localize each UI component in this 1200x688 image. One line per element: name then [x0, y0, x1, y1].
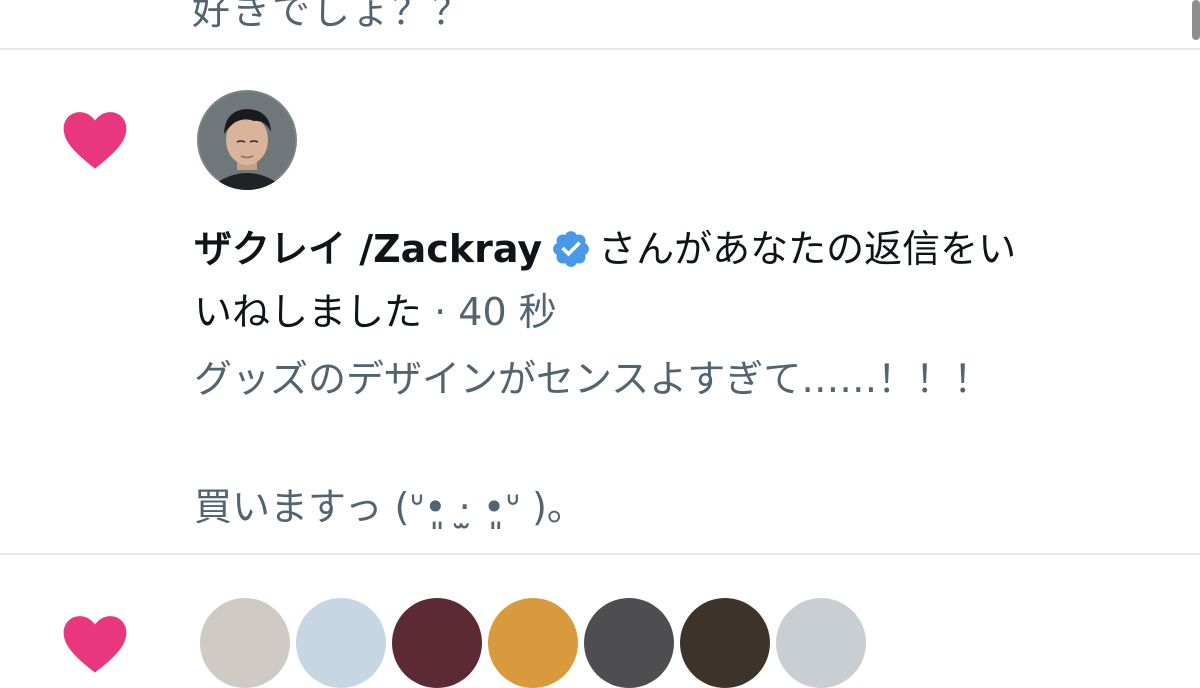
notification-line-1: ザクレイ /Zackray さんがあなたの返信をい [194, 222, 1154, 276]
liker-avatar-6[interactable] [680, 598, 770, 688]
reply-text-line-1: グッズのデザインがセンスよすぎて……！！！ [194, 357, 992, 401]
liker-avatar-5[interactable] [584, 598, 674, 688]
scrollbar[interactable] [1192, 0, 1200, 40]
actor-avatar-image [197, 90, 297, 190]
timestamp: 40 秒 [458, 290, 557, 334]
reply-text-line-2: 買いますっ (ᐡ•͈ ·̫ •͈ᐡ )。 [194, 485, 585, 529]
time-separator: · [422, 290, 459, 334]
divider-bottom [0, 553, 1200, 555]
liker-avatar-3[interactable] [392, 598, 482, 688]
action-text-line-1: さんがあなたの返信をい [598, 227, 1017, 271]
heart-icon [63, 112, 127, 169]
action-text-line-2: いねしました [194, 290, 423, 334]
liker-avatar-2[interactable] [296, 598, 386, 688]
verified-badge-icon [553, 230, 590, 267]
heart-icon [63, 616, 127, 673]
liker-avatar-1[interactable] [200, 598, 290, 688]
actor-name[interactable]: ザクレイ /Zackray [194, 227, 542, 271]
actor-avatar[interactable] [197, 90, 297, 190]
liker-avatar-7[interactable] [776, 598, 866, 688]
divider-top [0, 48, 1200, 50]
notification-line-2: いねしました · 40 秒 [194, 285, 1154, 339]
previous-notification-text: 好きでしょ？？ [192, 0, 473, 33]
liker-avatar-4[interactable] [488, 598, 578, 688]
